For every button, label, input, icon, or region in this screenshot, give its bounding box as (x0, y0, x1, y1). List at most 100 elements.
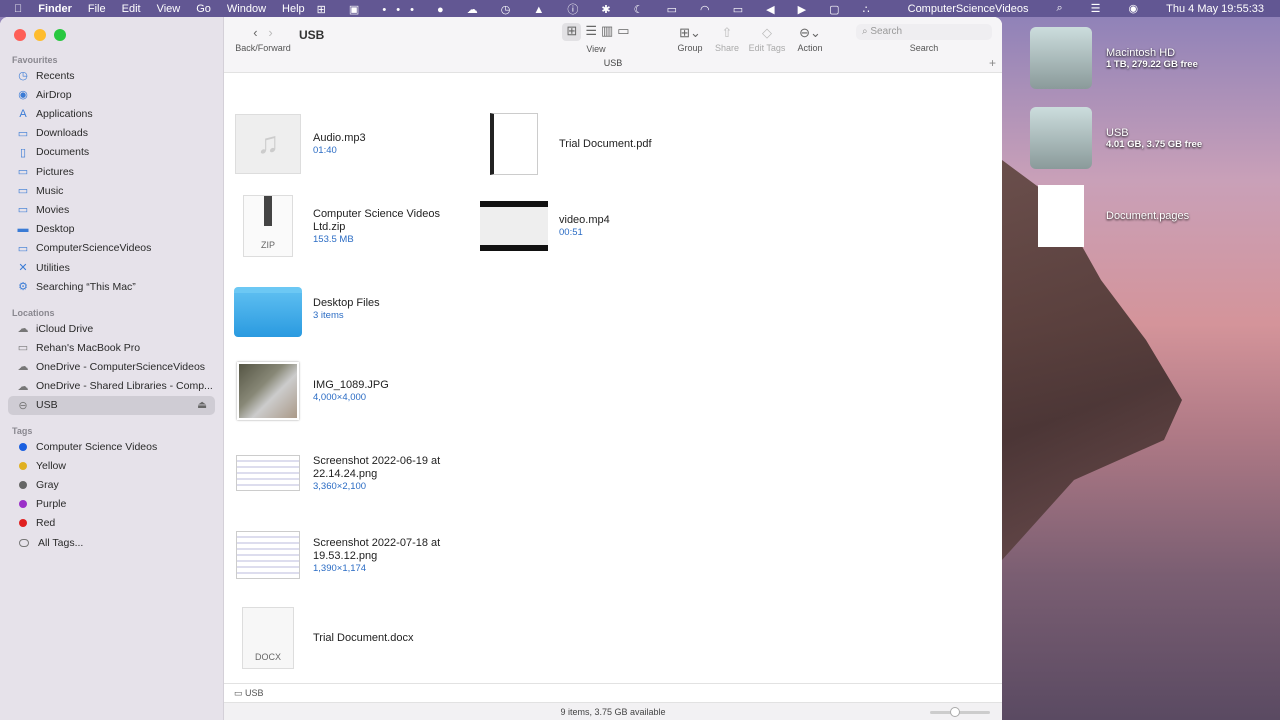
menu-finder[interactable]: Finder (38, 3, 72, 15)
file-item[interactable]: Desktop Files 3 items (234, 278, 474, 340)
sidebar-tag[interactable]: Red (8, 514, 215, 533)
file-item[interactable]: IMG_1089.JPG 4,000×4,000 (234, 360, 474, 422)
location-icon: ☁ (17, 380, 29, 393)
sidebar-item[interactable]: ▭ Rehan's MacBook Pro (8, 338, 215, 357)
file-info: 3,360×2,100 (313, 480, 367, 492)
sidebar-item[interactable]: ▭ Downloads (8, 124, 215, 143)
sidebar-item[interactable]: ✕ Utilities (8, 258, 215, 277)
file-item[interactable]: video.mp4 00:51 (480, 195, 720, 257)
sidebar-icon: ▭ (17, 127, 29, 140)
column-view-button[interactable]: ▥ (601, 23, 613, 41)
file-area: ♫ Audio.mp3 01:40 Trial Document.pdf ZIP Comp… (224, 73, 1002, 683)
clock[interactable]: Thu 4 May 19:55:33 (1166, 3, 1264, 15)
sidebar-item[interactable]: ◷ Recents (8, 66, 215, 85)
desktop-item-info: 4.01 GB, 3.75 GB free (1106, 138, 1203, 150)
view-label: View (586, 44, 606, 54)
sidebar-item[interactable]: ▬ Desktop (8, 220, 215, 239)
file-info: 3 items (313, 310, 344, 321)
share-button[interactable]: ⇧ (712, 25, 742, 43)
sidebar-item-label: ComputerScienceVideos (36, 242, 152, 255)
desktop-item[interactable]: Document.pages (1030, 185, 1189, 247)
locations-heading: Locations (12, 308, 55, 318)
sidebar-icon: ▭ (17, 166, 29, 178)
file-name: Screenshot 2022-07-18 at 19.53.12.png (313, 536, 441, 562)
sidebar-icon: ▭ (17, 242, 29, 255)
status-icons[interactable]: ⊞ ▣ ••• ● ☁ ◷ ▲ ⓘ ✱ ☾ ▭ ◠ ▭ ◀ ▶ ▢ ∴ (317, 1, 880, 17)
menu-edit[interactable]: Edit (122, 3, 141, 15)
menu-file[interactable]: File (88, 3, 106, 15)
sidebar-item[interactable]: A Applications (8, 104, 215, 123)
file-item[interactable]: Screenshot 2022-06-19 at 22.14.24.png 3,3… (234, 442, 474, 504)
list-view-button[interactable]: ☰ (585, 23, 597, 41)
search-field[interactable]: ⌕ Search (856, 24, 992, 40)
video-thumbnail (480, 201, 548, 251)
sidebar-item[interactable]: ▭ ComputerScienceVideos (8, 239, 215, 258)
forward-icon[interactable]: › (268, 25, 272, 40)
sidebar-tag[interactable]: Yellow (8, 456, 215, 475)
desktop-item[interactable]: Macintosh HD 1 TB, 279.22 GB free (1030, 27, 1198, 89)
icon-view-button[interactable]: ⊞ (562, 23, 582, 41)
file-info: 00:51 (559, 227, 583, 238)
apple-menu[interactable]:  (14, 3, 22, 15)
new-tab-button[interactable]: + (989, 56, 996, 70)
tag-color-icon (19, 442, 27, 451)
edit-tags-label: Edit Tags (748, 43, 786, 53)
tag-color-icon (19, 519, 27, 528)
sidebar-tag[interactable]: Purple (8, 495, 215, 514)
sidebar-item[interactable]: ▭ Music (8, 181, 215, 200)
path-item-usb[interactable]: USB (245, 688, 264, 698)
toolbar: ‹ › Back/Forward USB ⊞ ☰ ▥ ▭ View ⊞⌄ Grou… (224, 17, 1002, 73)
edit-tags-button[interactable]: ◇ (746, 25, 788, 43)
docx-file-icon: DOCX (242, 607, 294, 669)
sidebar-item[interactable]: ▯ Documents (8, 143, 215, 162)
location-icon: ⊖ (18, 399, 28, 412)
sidebar-item-label: Downloads (36, 127, 88, 140)
sidebar: Favourites ◷ Recents ◉ AirDrop A Applications… (0, 17, 224, 720)
sidebar-item[interactable]: ▭ Pictures (8, 162, 215, 181)
file-item[interactable]: ♫ Audio.mp3 01:40 (234, 113, 474, 175)
siri-icon[interactable]: ◉ (1129, 2, 1139, 15)
file-item[interactable]: Screenshot 2022-07-18 at 19.53.12.png 1,3… (234, 524, 474, 586)
action-button[interactable]: ⊖⌄ (794, 25, 826, 43)
menu-window[interactable]: Window (227, 3, 266, 15)
spotlight-icon[interactable]: ⌕ (1057, 2, 1063, 15)
back-icon[interactable]: ‹ (253, 25, 257, 40)
location-icon: ☁ (17, 361, 29, 374)
sidebar-tag[interactable]: All Tags... (8, 533, 215, 552)
menu-view[interactable]: View (157, 3, 181, 15)
menu-go[interactable]: Go (196, 3, 211, 15)
sidebar-tag[interactable]: Computer Science Videos (8, 437, 215, 456)
screenshot-thumbnail (236, 455, 300, 491)
file-name: Audio.mp3 (313, 132, 366, 144)
group-button[interactable]: ⊞⌄ (672, 25, 708, 43)
tags-heading: Tags (12, 426, 33, 436)
tag-color-icon (19, 480, 27, 489)
menu-help[interactable]: Help (282, 3, 305, 15)
sidebar-item[interactable]: ☁ OneDrive - ComputerScienceVideos (8, 357, 215, 376)
control-center-icon[interactable]: ☰ (1091, 2, 1101, 15)
sidebar-item[interactable]: ☁ OneDrive - Shared Libraries - Comp... (8, 377, 215, 396)
sidebar-item[interactable]: ⊖ USB ⏏ (8, 395, 215, 415)
file-info: 153.5 MB (313, 233, 354, 245)
sidebar-item[interactable]: ◉ AirDrop (8, 85, 215, 104)
icon-size-slider[interactable] (930, 707, 990, 717)
sidebar-item[interactable]: ⚙ Searching “This Mac” (8, 277, 215, 296)
action-label: Action (797, 43, 823, 53)
file-item[interactable]: Trial Document.pdf (480, 113, 720, 175)
file-info: 1,390×1,174 (313, 562, 367, 574)
tag-label: All Tags... (38, 536, 84, 549)
user-name[interactable]: ComputerScienceVideos (908, 3, 1029, 15)
minimize-button[interactable] (34, 29, 46, 41)
close-button[interactable] (14, 29, 26, 41)
eject-icon[interactable]: ⏏ (197, 399, 207, 411)
file-item[interactable]: DOCX Trial Document.docx (234, 607, 474, 669)
window-title: USB (299, 28, 325, 42)
drive-icon (1030, 107, 1092, 169)
desktop-item[interactable]: USB 4.01 GB, 3.75 GB free (1030, 107, 1202, 169)
gallery-view-button[interactable]: ▭ (617, 23, 629, 41)
file-item[interactable]: ZIP Computer Science Videos Ltd.zip 153.5 … (234, 195, 474, 257)
sidebar-tag[interactable]: Gray (8, 475, 215, 494)
zoom-button[interactable] (54, 29, 66, 41)
sidebar-item[interactable]: ☁ iCloud Drive (8, 319, 215, 338)
sidebar-item[interactable]: ▭ Movies (8, 200, 215, 219)
